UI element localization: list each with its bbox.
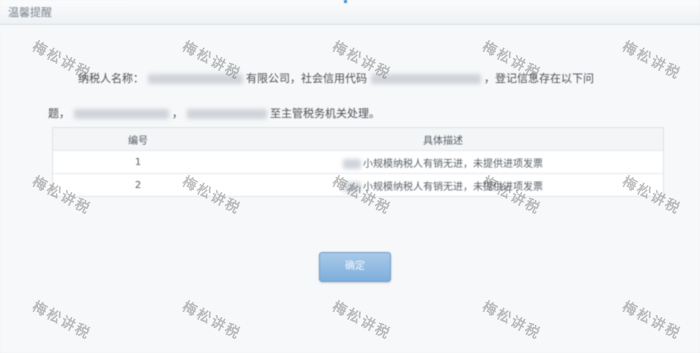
ok-button[interactable]: 确定 bbox=[319, 252, 391, 282]
column-header-description: 具体描述 bbox=[423, 135, 463, 147]
message-part-a: 题， bbox=[48, 107, 70, 120]
row-number: 1 bbox=[134, 156, 142, 168]
description-text: 小规模纳税人有销无进，未提供进项发票 bbox=[363, 158, 543, 170]
message-part-c: 至主管税务机关处理。 bbox=[270, 107, 380, 120]
row-description: 小规模纳税人有销无进，未提供进项发票 bbox=[223, 178, 663, 193]
company-suffix-text: 有限公司，社会信用代码 bbox=[246, 72, 367, 85]
dot-icon bbox=[344, 0, 347, 3]
message-line-2: 题， ， 至主管税务机关处理。 bbox=[48, 105, 380, 121]
redacted-text bbox=[73, 109, 169, 119]
redacted-text bbox=[186, 109, 267, 119]
message-part-b: ， bbox=[172, 107, 183, 120]
row-description: 小规模纳税人有销无进，未提供进项发票 bbox=[223, 155, 663, 170]
table-header: 编号 具体描述 bbox=[53, 128, 663, 151]
redacted-text bbox=[343, 158, 361, 169]
column-header-number: 编号 bbox=[128, 135, 148, 147]
dialog-titlebar: 温馨提醒 bbox=[0, 0, 700, 25]
table-row: 1 小规模纳税人有销无进，未提供进项发票 bbox=[53, 151, 663, 174]
dialog-title: 温馨提醒 bbox=[8, 6, 52, 19]
